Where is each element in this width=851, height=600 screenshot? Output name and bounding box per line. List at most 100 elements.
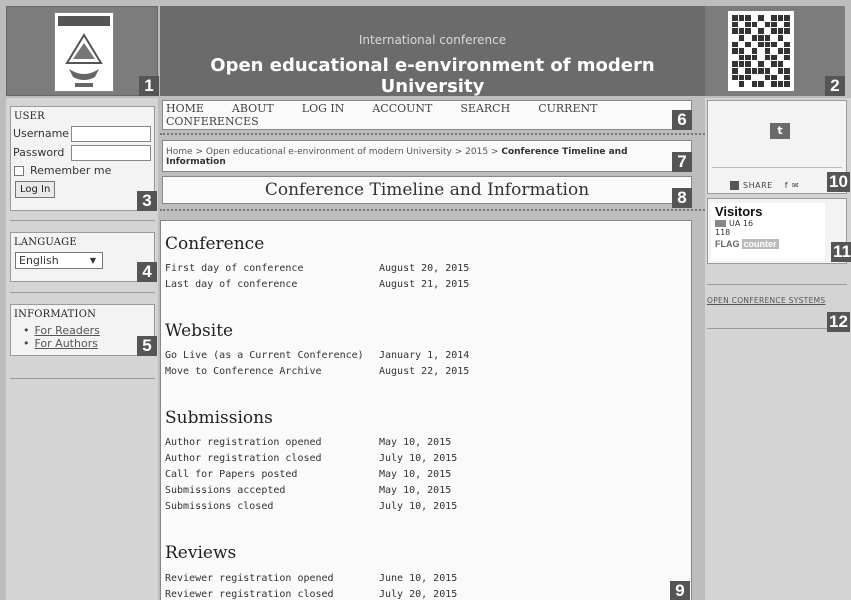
nav-about[interactable]: ABOUT <box>232 102 274 115</box>
row-label: Last day of conference <box>165 279 298 290</box>
table-row: Submissions accepted May 10, 2015 <box>165 485 451 496</box>
university-crest-logo <box>54 12 114 92</box>
social-block: t SHARE f ✉ <box>707 100 847 194</box>
marker-12: 12 <box>827 312 850 332</box>
row-label: Author registration opened <box>165 437 322 448</box>
remember-me-label: Remember me <box>30 164 112 177</box>
visitors-country-row: UA 16 <box>715 219 821 228</box>
row-date: July 20, 2015 <box>379 589 458 600</box>
qr-panel <box>705 6 845 96</box>
table-row: First day of conference August 20, 2015 <box>165 263 469 274</box>
marker-9: 9 <box>670 581 690 600</box>
flag-counter-flag: FLAG <box>715 239 740 249</box>
user-block-title: USER <box>14 111 45 122</box>
divider <box>10 220 155 221</box>
row-date: July 10, 2015 <box>379 453 458 464</box>
visitors-total: 118 <box>715 228 731 237</box>
remember-me-row[interactable]: Remember me <box>11 164 154 177</box>
nav-search[interactable]: SEARCH <box>460 102 510 115</box>
link-item: For Readers <box>33 324 154 337</box>
section-heading-website: Website <box>165 321 234 341</box>
right-sidebar: t SHARE f ✉ 10 Visitors UA 16 118 FLAG co… <box>705 98 851 600</box>
row-label: Reviewer registration opened <box>165 573 334 584</box>
dropdown-arrow-icon: ▼ <box>89 256 96 265</box>
open-conference-systems-link[interactable]: OPEN CONFERENCE SYSTEMS <box>707 296 825 305</box>
divider <box>10 378 155 379</box>
row-label: Move to Conference Archive <box>165 366 322 377</box>
breadcrumb-separator: > <box>490 147 499 157</box>
banner-subtitle: International conference <box>358 33 507 47</box>
share-label: SHARE <box>743 181 773 190</box>
username-input[interactable] <box>71 125 151 142</box>
main-navigation: HOME ABOUT LOG IN ACCOUNT SEARCH CURRENT CONFE… <box>162 100 692 130</box>
breadcrumb-separator: > <box>195 147 203 157</box>
twitter-icon[interactable]: t <box>770 123 790 139</box>
login-button[interactable]: Log In <box>15 181 56 198</box>
information-links: For Readers For Authors <box>11 322 154 354</box>
language-selected: English <box>19 254 59 267</box>
breadcrumb-year[interactable]: 2015 <box>465 147 488 157</box>
nav-home[interactable]: HOME <box>166 102 204 115</box>
username-row: Username <box>11 124 154 143</box>
row-date: August 20, 2015 <box>379 263 470 274</box>
row-date: August 22, 2015 <box>379 366 470 377</box>
row-date: July 10, 2015 <box>379 501 458 512</box>
breadcrumb-home[interactable]: Home <box>166 147 193 157</box>
row-label: Author registration closed <box>165 453 322 464</box>
nav-login[interactable]: LOG IN <box>302 102 345 115</box>
flag-counter-widget[interactable]: Visitors UA 16 118 FLAG counter <box>711 203 825 261</box>
country-flag-icon <box>715 220 726 227</box>
password-input[interactable] <box>71 144 151 161</box>
divider <box>707 284 847 285</box>
divider <box>707 328 847 329</box>
row-date: May 10, 2015 <box>379 485 452 496</box>
breadcrumb-conference[interactable]: Open educational e-environment of modern… <box>206 147 452 157</box>
row-date: May 10, 2015 <box>379 469 452 480</box>
table-row: Last day of conference August 21, 2015 <box>165 279 469 290</box>
row-date: August 21, 2015 <box>379 279 470 290</box>
row-label: Submissions accepted <box>165 485 286 496</box>
marker-10: 10 <box>827 172 850 192</box>
marker-8: 8 <box>672 188 692 208</box>
row-label: Submissions closed <box>165 501 274 512</box>
table-row: Reviewer registration opened June 10, 201… <box>165 573 457 584</box>
for-readers-link[interactable]: For Readers <box>35 324 100 337</box>
page-title: Conference Timeline and Information <box>162 176 692 204</box>
university-logo-panel <box>6 6 158 96</box>
left-sidebar: USER Username Password Remember me Log I… <box>6 98 158 600</box>
section-heading-conference: Conference <box>165 234 265 254</box>
banner-title: Open educational e-environment of modern… <box>210 55 655 97</box>
share-social-icons[interactable]: f ✉ <box>785 181 800 190</box>
marker-4: 4 <box>137 262 157 282</box>
table-row: Author registration closed July 10, 2015 <box>165 453 457 464</box>
row-label: Go Live (as a Current Conference) <box>165 350 364 361</box>
table-row: Go Live (as a Current Conference) January… <box>165 350 469 361</box>
table-row: Author registration opened May 10, 2015 <box>165 437 451 448</box>
table-row: Submissions closed July 10, 2015 <box>165 501 457 512</box>
row-label: First day of conference <box>165 263 304 274</box>
dotted-divider <box>160 133 705 135</box>
marker-3: 3 <box>137 191 157 211</box>
section-heading-reviews: Reviews <box>165 543 237 563</box>
row-date: June 10, 2015 <box>379 573 458 584</box>
language-select[interactable]: English ▼ <box>15 252 103 269</box>
nav-account[interactable]: ACCOUNT <box>372 102 432 115</box>
information-block-title: INFORMATION <box>14 309 97 320</box>
table-row: Reviewer registration closed July 20, 201… <box>165 589 457 600</box>
table-row: Move to Conference Archive August 22, 201… <box>165 366 469 377</box>
visitors-country: UA <box>729 219 741 228</box>
divider <box>712 167 842 168</box>
language-block: LANGUAGE English ▼ <box>10 232 155 282</box>
nav-current[interactable]: CURRENT <box>538 102 597 115</box>
table-row: Call for Papers posted May 10, 2015 <box>165 469 451 480</box>
link-item: For Authors <box>33 337 154 350</box>
marker-6: 6 <box>672 110 692 130</box>
language-block-title: LANGUAGE <box>14 237 77 248</box>
share-bar[interactable]: SHARE f ✉ <box>730 181 800 190</box>
for-authors-link[interactable]: For Authors <box>35 337 98 350</box>
row-label: Reviewer registration closed <box>165 589 334 600</box>
flag-counter-logo: FLAG counter <box>715 239 821 249</box>
breadcrumb: Home > Open educational e-environment of… <box>162 140 692 172</box>
remember-me-checkbox[interactable] <box>14 165 24 176</box>
nav-conferences[interactable]: CONFERENCES <box>166 115 259 128</box>
